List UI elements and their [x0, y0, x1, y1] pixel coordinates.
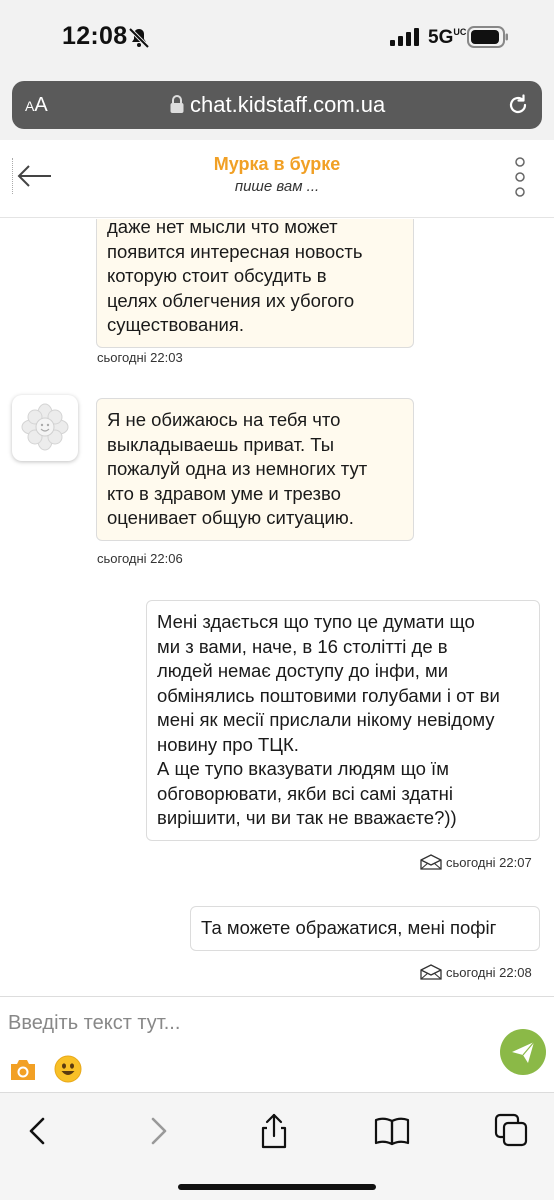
- paper-plane-icon: [512, 1041, 535, 1063]
- camera-icon[interactable]: [8, 1057, 38, 1083]
- message-timestamp: сьогодні 22:06: [97, 551, 183, 566]
- message-meta: сьогодні 22:08: [420, 964, 532, 980]
- network-label: 5GUC: [428, 27, 467, 48]
- bookmarks-icon[interactable]: [372, 1111, 412, 1151]
- message-bubble-incoming: даже нет мысли что может появится интере…: [96, 219, 414, 348]
- typing-status: пише вам ...: [234, 178, 320, 195]
- emoji-icon[interactable]: [54, 1055, 82, 1083]
- message-timestamp: сьогодні 22:07: [446, 854, 532, 870]
- message-bubble-incoming: Я не обижаюсь на тебя что выкладываешь п…: [96, 398, 414, 541]
- battery-icon: [467, 26, 508, 48]
- envelope-open-icon: [420, 854, 442, 870]
- home-indicator: [178, 1184, 376, 1190]
- envelope-open-icon: [420, 964, 442, 980]
- url-text[interactable]: chat.kidstaff.com.ua: [190, 92, 385, 118]
- contact-name[interactable]: Мурка в бурке: [0, 154, 554, 175]
- message-bubble-outgoing: Та можете ображатися, мені пофіг: [190, 906, 540, 951]
- message-timestamp: сьогодні 22:08: [446, 964, 532, 980]
- signal-icon: [390, 28, 419, 46]
- message-bubble-outgoing: Мені здається що тупо це думати що ми з …: [146, 600, 540, 841]
- status-bar: 12:08 5GUC: [0, 0, 554, 78]
- reload-icon[interactable]: [506, 93, 530, 117]
- chevron-left-icon[interactable]: [18, 1111, 58, 1151]
- tabs-icon[interactable]: [492, 1111, 532, 1151]
- message-list[interactable]: даже нет мысли что может появится интере…: [0, 219, 554, 996]
- address-bar[interactable]: AA chat.kidstaff.com.ua: [12, 81, 542, 129]
- bell-slash-icon: [128, 27, 150, 49]
- message-input[interactable]: [0, 1003, 554, 1043]
- status-time: 12:08: [62, 22, 128, 50]
- composer: [0, 996, 554, 1092]
- send-button[interactable]: [500, 1029, 546, 1075]
- avatar[interactable]: [12, 395, 78, 461]
- message-meta: сьогодні 22:07: [420, 854, 532, 870]
- share-icon[interactable]: [254, 1111, 294, 1151]
- browser-address-area: AA chat.kidstaff.com.ua: [0, 78, 554, 140]
- chat-header: Мурка в бурке пише вам ...: [0, 140, 554, 218]
- flower-avatar-icon: [21, 403, 69, 451]
- reader-text-size-button[interactable]: AA: [25, 94, 48, 117]
- more-vertical-icon[interactable]: [511, 157, 529, 197]
- lock-icon: [170, 95, 184, 113]
- chevron-right-icon[interactable]: [138, 1111, 178, 1151]
- message-timestamp: сьогодні 22:03: [97, 350, 183, 365]
